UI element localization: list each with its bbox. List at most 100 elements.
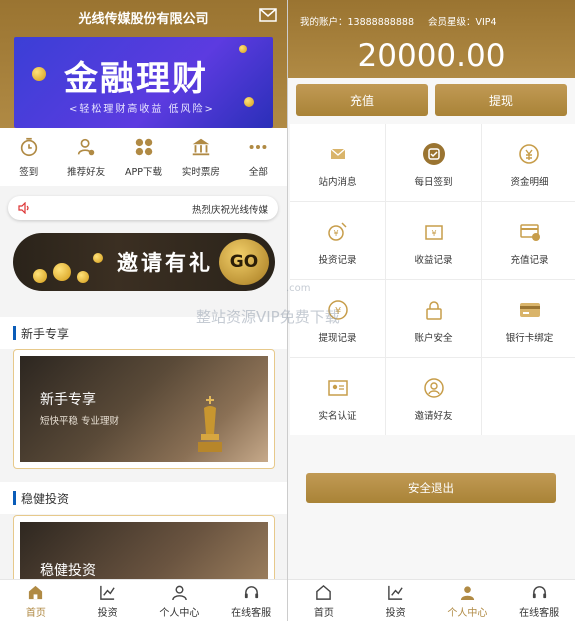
menu-label: 推荐好友 <box>67 167 106 178</box>
coin-icon <box>244 97 254 107</box>
id-card-icon <box>327 380 348 396</box>
tab-label: 投资 <box>97 608 118 619</box>
section-accent-bar <box>13 326 16 340</box>
coin-icon <box>33 269 47 283</box>
headset-icon <box>532 586 546 599</box>
menu-label: 实时票房 <box>181 167 220 178</box>
svg-text:¥: ¥ <box>333 229 338 238</box>
mail-icon[interactable] <box>259 8 277 22</box>
bottom-tab-bar: 首页 投资 个人中心 在线客服 <box>0 579 287 621</box>
chart-icon <box>388 585 403 600</box>
menu-item-recommend[interactable]: 推荐好友 <box>57 128 114 186</box>
grid-item-invest-records[interactable]: ¥ 投资记录 <box>290 202 385 279</box>
grid-item-label: 实名认证 <box>318 411 357 422</box>
bank-card-icon <box>519 303 540 317</box>
tab-label: 在线客服 <box>231 608 272 619</box>
grid-item-real-name[interactable]: 实名认证 <box>290 358 385 435</box>
grid-item-label: 站内消息 <box>318 177 357 188</box>
grid-item-recharge-records[interactable]: 充值记录 <box>482 202 575 279</box>
lock-icon <box>425 301 442 320</box>
section-title: 稳健投资 <box>21 492 70 506</box>
income-record-icon: ¥ <box>424 225 443 240</box>
app-grid-icon <box>135 138 152 156</box>
coin-icon <box>77 271 89 283</box>
tab-invest[interactable]: 投资 <box>360 580 432 621</box>
account-number: 我的账户：13888888888 <box>300 17 414 28</box>
product-card-newbie[interactable]: 新手专享 短快平稳 专业理财 <box>13 349 275 469</box>
headset-icon <box>244 586 258 599</box>
coin-icon <box>53 263 71 281</box>
invite-text: 邀请有礼 <box>117 251 213 275</box>
grid-item-label: 邀请好友 <box>414 411 453 422</box>
user-recommend-icon <box>77 138 95 156</box>
feature-grid: 站内消息 每日签到 资金明细 ¥ 投资记录 ¥ 收益记录 充值记录 ¥ 提现记录… <box>290 124 575 435</box>
user-icon <box>460 586 474 601</box>
menu-label: 签到 <box>19 167 39 178</box>
grid-item-label: 投资记录 <box>318 255 357 266</box>
menu-item-checkin[interactable]: 签到 <box>0 128 57 186</box>
tab-profile[interactable]: 个人中心 <box>144 580 216 621</box>
grid-item-label: 账户安全 <box>414 333 453 344</box>
banner-subtitle: <轻松理财高收益 低风险> <box>69 104 215 115</box>
card-title: 新手专享 <box>40 392 96 408</box>
user-icon <box>172 585 187 601</box>
menu-item-box-office[interactable]: 实时票房 <box>172 128 229 186</box>
svg-text:¥: ¥ <box>431 229 436 238</box>
tab-profile[interactable]: 个人中心 <box>432 580 504 621</box>
go-button[interactable]: GO <box>219 239 269 285</box>
yuan-coin-icon <box>518 144 539 164</box>
grid-item-funds[interactable]: 资金明细 <box>482 124 575 201</box>
section-header-steady: 稳健投资 <box>0 482 287 514</box>
notice-text: 热烈庆祝光线传媒 <box>191 205 268 216</box>
tab-support[interactable]: 在线客服 <box>503 580 575 621</box>
mail-icon <box>330 148 345 159</box>
card-title: 稳健投资 <box>40 563 96 579</box>
grid-item-label: 资金明细 <box>510 177 549 188</box>
grid-item-label: 银行卡绑定 <box>505 333 554 344</box>
vip-level: 会员星级：VIP4 <box>428 17 497 28</box>
grid-item-label: 收益记录 <box>414 255 453 266</box>
grid-item-label: 充值记录 <box>510 255 549 266</box>
grid-item-account-security[interactable]: 账户安全 <box>386 280 481 357</box>
bank-icon <box>192 138 210 156</box>
promo-banner[interactable]: 金融理财 <轻松理财高收益 低风险> <box>14 37 273 128</box>
notice-bar[interactable]: 热烈庆祝光线传媒 <box>8 196 278 220</box>
chart-icon <box>100 585 115 600</box>
card-image: 新手专享 短快平稳 专业理财 <box>20 356 268 462</box>
tab-home[interactable]: 首页 <box>288 580 360 621</box>
balance-amount: 20000.00 <box>357 38 506 74</box>
invite-banner[interactable]: 邀请有礼 GO <box>13 233 275 291</box>
watermark-text: 整站资源VIP免费下载 <box>196 308 340 326</box>
checkin-icon <box>422 143 445 165</box>
invest-record-icon: ¥ <box>327 222 347 241</box>
grid-item-checkin[interactable]: 每日签到 <box>386 124 481 201</box>
coin-icon <box>239 45 247 53</box>
logout-button[interactable]: 安全退出 <box>306 473 556 503</box>
menu-label: APP下载 <box>125 167 162 178</box>
invite-user-icon <box>423 378 444 398</box>
grid-item-label: 提现记录 <box>318 333 357 344</box>
tab-label: 首页 <box>313 608 334 619</box>
tab-home[interactable]: 首页 <box>0 580 72 621</box>
tab-label: 个人中心 <box>159 608 200 619</box>
grid-item-messages[interactable]: 站内消息 <box>290 124 385 201</box>
home-icon <box>316 584 332 600</box>
tab-invest[interactable]: 投资 <box>72 580 144 621</box>
menu-label: 全部 <box>248 167 268 178</box>
coin-icon <box>32 67 46 81</box>
checkin-icon <box>20 137 37 157</box>
speaker-icon <box>18 202 29 214</box>
company-title: 光线传媒股份有限公司 <box>78 12 209 27</box>
grid-item-income-records[interactable]: ¥ 收益记录 <box>386 202 481 279</box>
grid-item-invite-friends[interactable]: 邀请好友 <box>386 358 481 435</box>
recharge-button[interactable]: 充值 <box>296 84 428 116</box>
profile-header: 我的账户：13888888888 会员星级：VIP4 20000.00 <box>288 0 575 78</box>
tab-support[interactable]: 在线客服 <box>215 580 287 621</box>
menu-item-app-download[interactable]: APP下载 <box>115 128 172 186</box>
grid-item-bank-card[interactable]: 银行卡绑定 <box>482 280 575 357</box>
withdraw-button[interactable]: 提现 <box>435 84 567 116</box>
grid-empty-cell <box>482 358 575 435</box>
menu-item-all[interactable]: 全部 <box>230 128 287 186</box>
coin-icon <box>93 253 103 263</box>
more-dots-icon <box>249 144 267 150</box>
